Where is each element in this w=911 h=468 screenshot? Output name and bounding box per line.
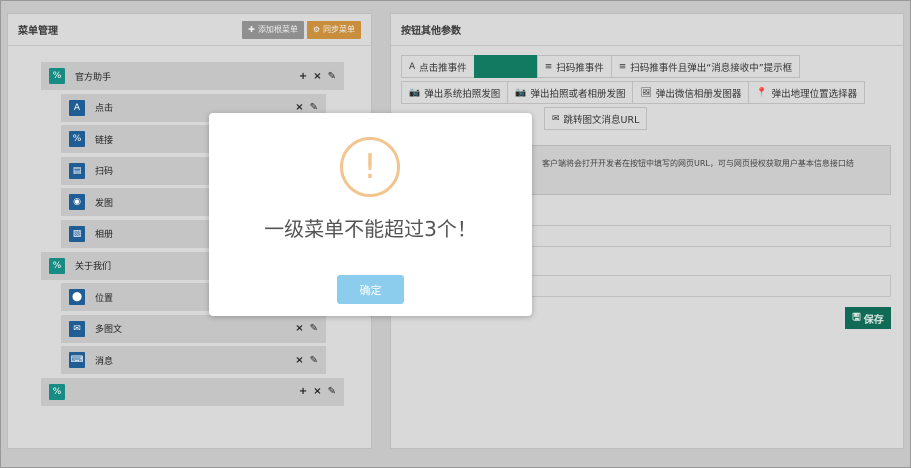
alert-dialog: ! 一级菜单不能超过3个！ 确定 bbox=[209, 113, 532, 316]
dialog-message: 一级菜单不能超过3个！ bbox=[264, 217, 477, 241]
confirm-button[interactable]: 确定 bbox=[337, 275, 404, 304]
app-frame: 菜单管理 ✚ 添加根菜单 ⚙ 同步菜单 % 官方助手 + × ✎ A 点击 × ✎% 链接 ▤ 扫码 ◉… bbox=[0, 0, 911, 468]
warning-icon: ! bbox=[340, 137, 400, 197]
